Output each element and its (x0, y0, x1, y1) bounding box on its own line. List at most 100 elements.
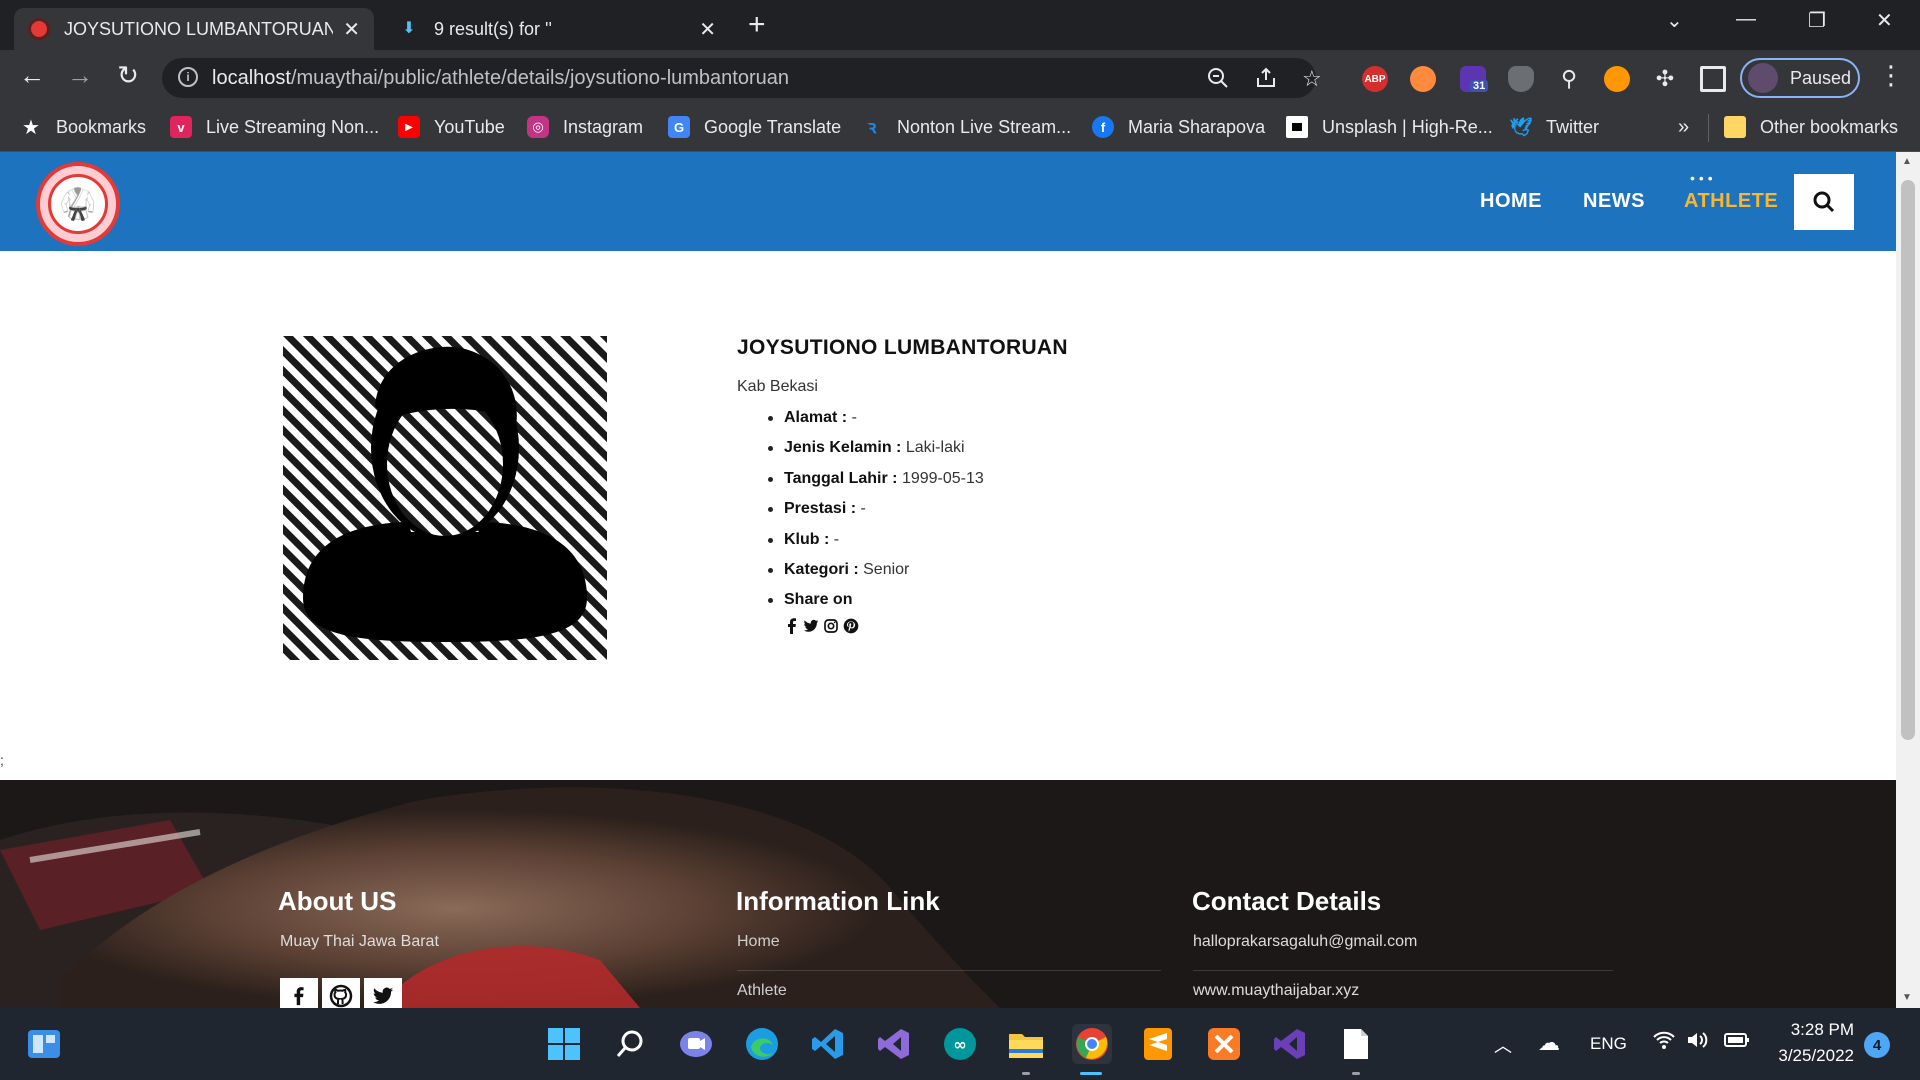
bookmark-live-streaming[interactable]: v Live Streaming Non... (170, 116, 379, 138)
notification-count-badge[interactable]: 4 (1864, 1032, 1890, 1058)
arduino-icon[interactable]: ∞ (940, 1024, 980, 1064)
nav-news[interactable]: NEWS (1583, 190, 1645, 213)
clock-time[interactable]: 3:28 PM (1790, 1020, 1854, 1040)
close-tab-icon[interactable]: ✕ (699, 17, 716, 42)
bookmark-nonton-live[interactable]: ꝛ Nonton Live Stream... (861, 116, 1071, 138)
file-explorer-icon[interactable] (1006, 1024, 1046, 1064)
detail-klub: Klub : - (768, 528, 984, 558)
footer-about-title: About US (278, 886, 397, 916)
bookmark-maria-sharapova[interactable]: f Maria Sharapova (1092, 116, 1265, 138)
xampp-icon[interactable] (1204, 1024, 1244, 1064)
site-search-button[interactable] (1792, 172, 1856, 232)
start-icon[interactable] (544, 1024, 584, 1064)
search-icon (1813, 191, 1835, 213)
address-bar[interactable]: i localhost/muaythai/public/athlete/deta… (162, 58, 1322, 98)
twitter-icon (372, 987, 394, 1004)
instagram-icon[interactable] (823, 618, 839, 634)
close-tab-icon[interactable]: ✕ (343, 17, 360, 42)
visual-studio-icon[interactable] (874, 1024, 914, 1064)
minimize-icon[interactable]: — (1736, 8, 1756, 31)
folder-icon (1724, 116, 1746, 138)
forward-icon[interactable]: → (62, 60, 98, 91)
detail-kategori: Kategori : Senior (768, 558, 984, 588)
scroll-down-icon[interactable]: ▼ (1902, 992, 1912, 1003)
running-indicator (1022, 1072, 1030, 1075)
language-indicator[interactable]: ENG (1590, 1034, 1627, 1054)
athlete-region: Kab Bekasi (737, 378, 818, 395)
reload-icon[interactable]: ↻ (110, 60, 146, 91)
side-panel-icon[interactable] (1700, 66, 1726, 92)
back-icon[interactable]: ← (14, 60, 50, 91)
scroll-up-icon[interactable]: ▲ (1902, 156, 1912, 167)
twitter-icon[interactable] (803, 618, 819, 634)
url-text[interactable]: localhost/muaythai/public/athlete/detail… (212, 67, 789, 90)
footer-link-athlete[interactable]: Athlete (737, 982, 787, 1000)
wifi-icon[interactable] (1652, 1030, 1676, 1056)
tab-search-chevron-icon[interactable]: ⌄ (1666, 8, 1683, 33)
adblock-extension-icon[interactable]: ABP (1362, 66, 1388, 92)
site-info-icon[interactable]: i (178, 67, 198, 87)
teams-chat-icon[interactable] (676, 1024, 716, 1064)
bookmark-youtube[interactable]: ▶ YouTube (398, 116, 505, 138)
bookmark-google-translate[interactable]: G Google Translate (668, 116, 841, 138)
extension-circle-icon[interactable] (1604, 66, 1630, 92)
page-scrollbar[interactable]: ▲ ▼ (1896, 152, 1920, 1008)
browser-menu-icon[interactable]: ⋮ (1878, 60, 1904, 91)
widgets-icon[interactable] (24, 1024, 64, 1064)
footer-divider (737, 970, 1161, 971)
new-tab-button[interactable]: + (748, 8, 766, 42)
edge-icon[interactable] (742, 1024, 782, 1064)
github-icon (329, 984, 353, 1008)
footer-github-button[interactable] (322, 978, 360, 1008)
scrollbar-thumb[interactable] (1901, 180, 1915, 740)
browser-toolbar: ← → ↻ i localhost/muaythai/public/athlet… (0, 50, 1920, 106)
footer-facebook-button[interactable] (280, 978, 318, 1008)
extension-orange-icon[interactable] (1410, 66, 1436, 92)
bookmark-star-icon[interactable]: ☆ (1302, 66, 1322, 92)
footer-contact-website[interactable]: www.muaythaijabar.xyz (1193, 982, 1359, 1000)
bookmark-twitter[interactable]: 🕊 Twitter (1510, 116, 1599, 138)
footer-info-title: Information Link (736, 886, 940, 916)
document-icon[interactable] (1336, 1024, 1376, 1064)
share-icon[interactable] (1254, 66, 1278, 96)
loading-favicon: ⬇ (402, 20, 416, 37)
chrome-icon[interactable] (1072, 1024, 1112, 1064)
penguin-extension-icon[interactable]: ⚲ (1556, 66, 1582, 92)
facebook-icon[interactable] (785, 618, 799, 634)
star-icon: ★ (22, 116, 40, 139)
shield-extension-icon[interactable] (1508, 66, 1534, 92)
nav-home[interactable]: HOME (1480, 190, 1542, 213)
extensions-puzzle-icon[interactable]: ✣ (1652, 66, 1678, 92)
footer-link-home[interactable]: Home (737, 933, 780, 951)
clock-date[interactable]: 3/25/2022 (1770, 1046, 1854, 1066)
close-window-icon[interactable]: ✕ (1876, 8, 1893, 33)
bookmark-other-bookmarks[interactable]: Other bookmarks (1724, 116, 1898, 138)
visual-studio-2-icon[interactable] (1270, 1024, 1310, 1064)
battery-icon[interactable] (1724, 1032, 1750, 1053)
footer-contact-email[interactable]: halloprakarsagaluh@gmail.com (1193, 933, 1417, 951)
search-icon[interactable] (610, 1024, 650, 1064)
zoom-icon[interactable] (1206, 66, 1230, 96)
volume-icon[interactable] (1686, 1030, 1710, 1055)
bookmarks-overflow-button[interactable]: » (1678, 116, 1689, 139)
profile-button[interactable]: Paused (1740, 58, 1860, 98)
tab-search-results[interactable]: ⬇ 9 result(s) for '' ✕ (384, 8, 730, 50)
nav-athlete[interactable]: ATHLETE (1684, 190, 1778, 213)
extension-badge-icon[interactable]: 31 (1460, 66, 1489, 92)
bookmark-bookmarks[interactable]: ★ Bookmarks (20, 116, 146, 139)
vscode-icon[interactable] (808, 1024, 848, 1064)
active-nav-dots-icon: ••• (1690, 170, 1717, 186)
pinterest-icon[interactable] (843, 618, 859, 634)
tab-athlete-details[interactable]: JOYSUTIONO LUMBANTORUAN ✕ (14, 8, 374, 50)
footer-divider (1193, 970, 1613, 971)
bookmark-unsplash[interactable]: Unsplash | High-Re... (1286, 116, 1493, 138)
restore-icon[interactable]: ❐ (1808, 8, 1826, 33)
unsplash-icon (1286, 116, 1308, 138)
onedrive-cloud-icon[interactable]: ☁ (1538, 1030, 1560, 1056)
footer-twitter-button[interactable] (364, 978, 402, 1008)
site-logo[interactable]: 🥋 (36, 162, 120, 246)
instagram-icon: ◎ (527, 116, 549, 138)
sublime-text-icon[interactable] (1138, 1024, 1178, 1064)
tray-overflow-chevron-icon[interactable]: ︿ (1494, 1032, 1512, 1058)
bookmark-instagram[interactable]: ◎ Instagram (527, 116, 643, 138)
